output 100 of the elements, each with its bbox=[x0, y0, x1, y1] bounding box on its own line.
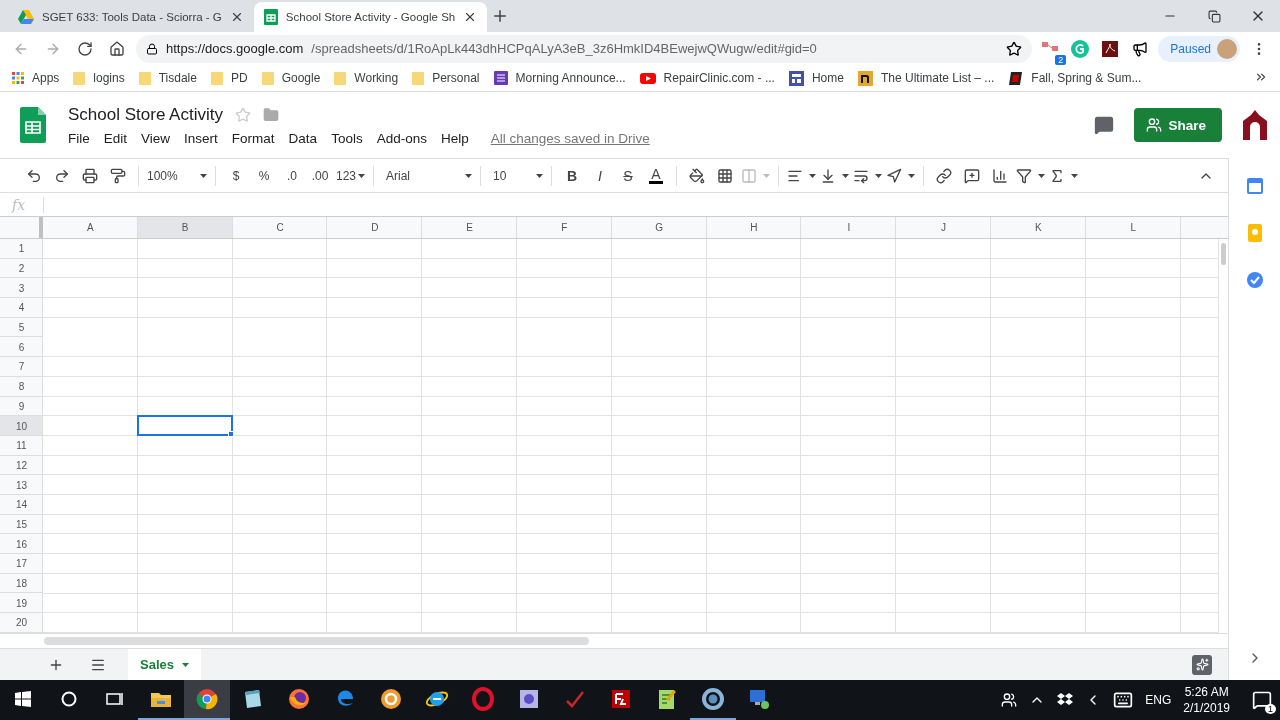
menu-item[interactable]: Tools bbox=[331, 130, 363, 146]
address-bar[interactable]: https://docs.google.com /spreadsheets/d/1RoApLk443dhHCPqALyA3eB_3z6HmkID4BEwejwQWugw/edit#gid=0 bbox=[136, 34, 1033, 63]
reload-icon bbox=[77, 40, 93, 57]
people-icon bbox=[1146, 117, 1163, 133]
taskbar-app[interactable] bbox=[184, 680, 230, 720]
bookmark[interactable]: PD bbox=[210, 71, 248, 85]
clock[interactable]: 5:26 AM 2/1/2019 bbox=[1183, 684, 1230, 716]
menu-item[interactable]: Insert bbox=[184, 130, 218, 146]
row-header[interactable]: 20 bbox=[0, 613, 43, 633]
bookmark[interactable]: RepairClinic.com - ... bbox=[639, 71, 775, 85]
sheet-tab[interactable]: Sales bbox=[128, 648, 201, 681]
row-header[interactable]: 10 bbox=[0, 416, 43, 436]
row-header[interactable]: 18 bbox=[0, 573, 43, 594]
more-formats-button[interactable]: 123 bbox=[336, 162, 366, 189]
explore-button[interactable] bbox=[1192, 654, 1212, 675]
row-header[interactable]: 9 bbox=[0, 396, 43, 417]
column-header[interactable]: B bbox=[137, 217, 233, 238]
folder-icon bbox=[262, 106, 279, 123]
folder-icon bbox=[261, 71, 274, 85]
shield-logo-icon bbox=[1008, 70, 1024, 86]
row-header[interactable]: 3 bbox=[0, 278, 43, 299]
drive-icon bbox=[18, 10, 34, 24]
row-header[interactable]: 6 bbox=[0, 337, 43, 358]
comments-button[interactable] bbox=[1094, 115, 1115, 135]
tab-title: School Store Activity - Google Sh bbox=[285, 11, 456, 23]
row-header[interactable]: 16 bbox=[0, 534, 43, 554]
star-icon bbox=[1006, 40, 1023, 57]
notification-button[interactable]: 1 bbox=[1252, 690, 1272, 710]
bookmark[interactable]: logins bbox=[73, 71, 125, 85]
menu-item[interactable]: Edit bbox=[103, 130, 128, 146]
home-icon bbox=[109, 40, 125, 57]
vertical-scrollbar[interactable] bbox=[1218, 239, 1228, 633]
bookmark[interactable]: The Ultimate List – ... bbox=[857, 70, 995, 86]
caret-icon bbox=[182, 662, 189, 667]
row-header[interactable]: 12 bbox=[0, 455, 43, 476]
row-header[interactable]: 17 bbox=[0, 554, 43, 574]
caret-icon bbox=[1071, 173, 1079, 178]
text-color-button[interactable]: A bbox=[644, 162, 669, 189]
bookmark[interactable]: Apps bbox=[12, 71, 60, 85]
font-size-select[interactable]: 10 bbox=[489, 162, 544, 189]
menu-item[interactable]: File bbox=[68, 130, 90, 146]
menu-item[interactable]: Data bbox=[288, 130, 318, 146]
row-header[interactable]: 19 bbox=[0, 593, 43, 614]
circle-icon bbox=[61, 691, 77, 707]
row-header[interactable]: 8 bbox=[0, 376, 43, 397]
row-header[interactable]: 15 bbox=[0, 514, 43, 535]
menu-item[interactable]: Help bbox=[440, 130, 469, 146]
layout-icon bbox=[788, 70, 804, 86]
decrease-decimal-button[interactable]: .0 bbox=[280, 162, 304, 189]
row-header[interactable]: 2 bbox=[0, 258, 43, 279]
share-button[interactable]: Share bbox=[1134, 108, 1222, 142]
language-indicator[interactable]: ENG bbox=[1145, 693, 1172, 707]
bookmark[interactable]: Fall, Spring & Sum... bbox=[1008, 70, 1142, 86]
formula-label: fx bbox=[0, 196, 44, 213]
bold-button[interactable]: B bbox=[560, 162, 585, 189]
link-icon bbox=[936, 167, 953, 184]
form-icon bbox=[493, 71, 508, 85]
row-header[interactable]: 4 bbox=[0, 298, 43, 318]
percent-button[interactable]: % bbox=[252, 162, 276, 189]
people-icon bbox=[1001, 692, 1018, 708]
strikethrough-button[interactable]: S bbox=[616, 162, 641, 189]
url-host: https://docs.google.com bbox=[166, 41, 304, 56]
font-select[interactable]: Arial bbox=[382, 162, 473, 189]
browser-tab[interactable]: School Store Activity - Google Sh bbox=[253, 2, 488, 32]
row-header[interactable]: 11 bbox=[0, 435, 43, 456]
menu-item[interactable]: Format bbox=[231, 130, 275, 146]
row-header[interactable]: 13 bbox=[0, 475, 43, 495]
row-header[interactable]: 14 bbox=[0, 494, 43, 515]
url-path: /spreadsheets/d/1RoApLk443dhHCPqALyA3eB_3z6HmkID4BEwejwQWugw/edit#gid=0 bbox=[311, 41, 818, 56]
row-header[interactable]: 1 bbox=[0, 239, 43, 259]
bookmark[interactable]: Morning Announce... bbox=[493, 71, 626, 85]
cell-grid[interactable] bbox=[43, 239, 1218, 633]
chart-icon bbox=[992, 167, 1009, 184]
zoom-select[interactable]: 100% bbox=[147, 162, 207, 189]
italic-button[interactable]: I bbox=[588, 162, 613, 189]
browser-tab[interactable]: SGET 633: Tools Data - Sciorra - G bbox=[8, 2, 254, 32]
profile-button[interactable]: Paused bbox=[1158, 35, 1240, 62]
row-header[interactable]: 7 bbox=[0, 357, 43, 377]
currency-button[interactable]: $ bbox=[224, 162, 248, 189]
star-icon bbox=[234, 106, 251, 123]
browser-icon bbox=[195, 687, 219, 711]
check-circle-icon[interactable] bbox=[1246, 272, 1263, 288]
increase-decimal-button[interactable]: .00 bbox=[308, 162, 332, 189]
calendar-icon[interactable] bbox=[1246, 178, 1263, 194]
bookmark[interactable]: Home bbox=[788, 70, 844, 86]
save-status-link[interactable]: All changes saved in Drive bbox=[490, 130, 650, 146]
task-view-icon bbox=[106, 691, 124, 707]
bookmark[interactable]: Tisdale bbox=[138, 71, 197, 85]
horizontal-scrollbar[interactable] bbox=[44, 637, 589, 645]
active-cell[interactable] bbox=[136, 415, 233, 436]
bookmark[interactable]: Google bbox=[261, 71, 321, 85]
bookmark[interactable]: Working bbox=[334, 71, 399, 85]
document-title[interactable]: School Store Activity bbox=[68, 104, 223, 125]
row-header[interactable]: 5 bbox=[0, 317, 43, 338]
menu-item[interactable]: Add-ons bbox=[376, 130, 427, 146]
menu-item[interactable]: View bbox=[141, 130, 171, 146]
bookmark[interactable]: Personal bbox=[412, 71, 480, 85]
monitor-icon bbox=[747, 687, 771, 711]
opera-o-icon bbox=[471, 687, 495, 711]
merge-icon bbox=[741, 167, 758, 184]
